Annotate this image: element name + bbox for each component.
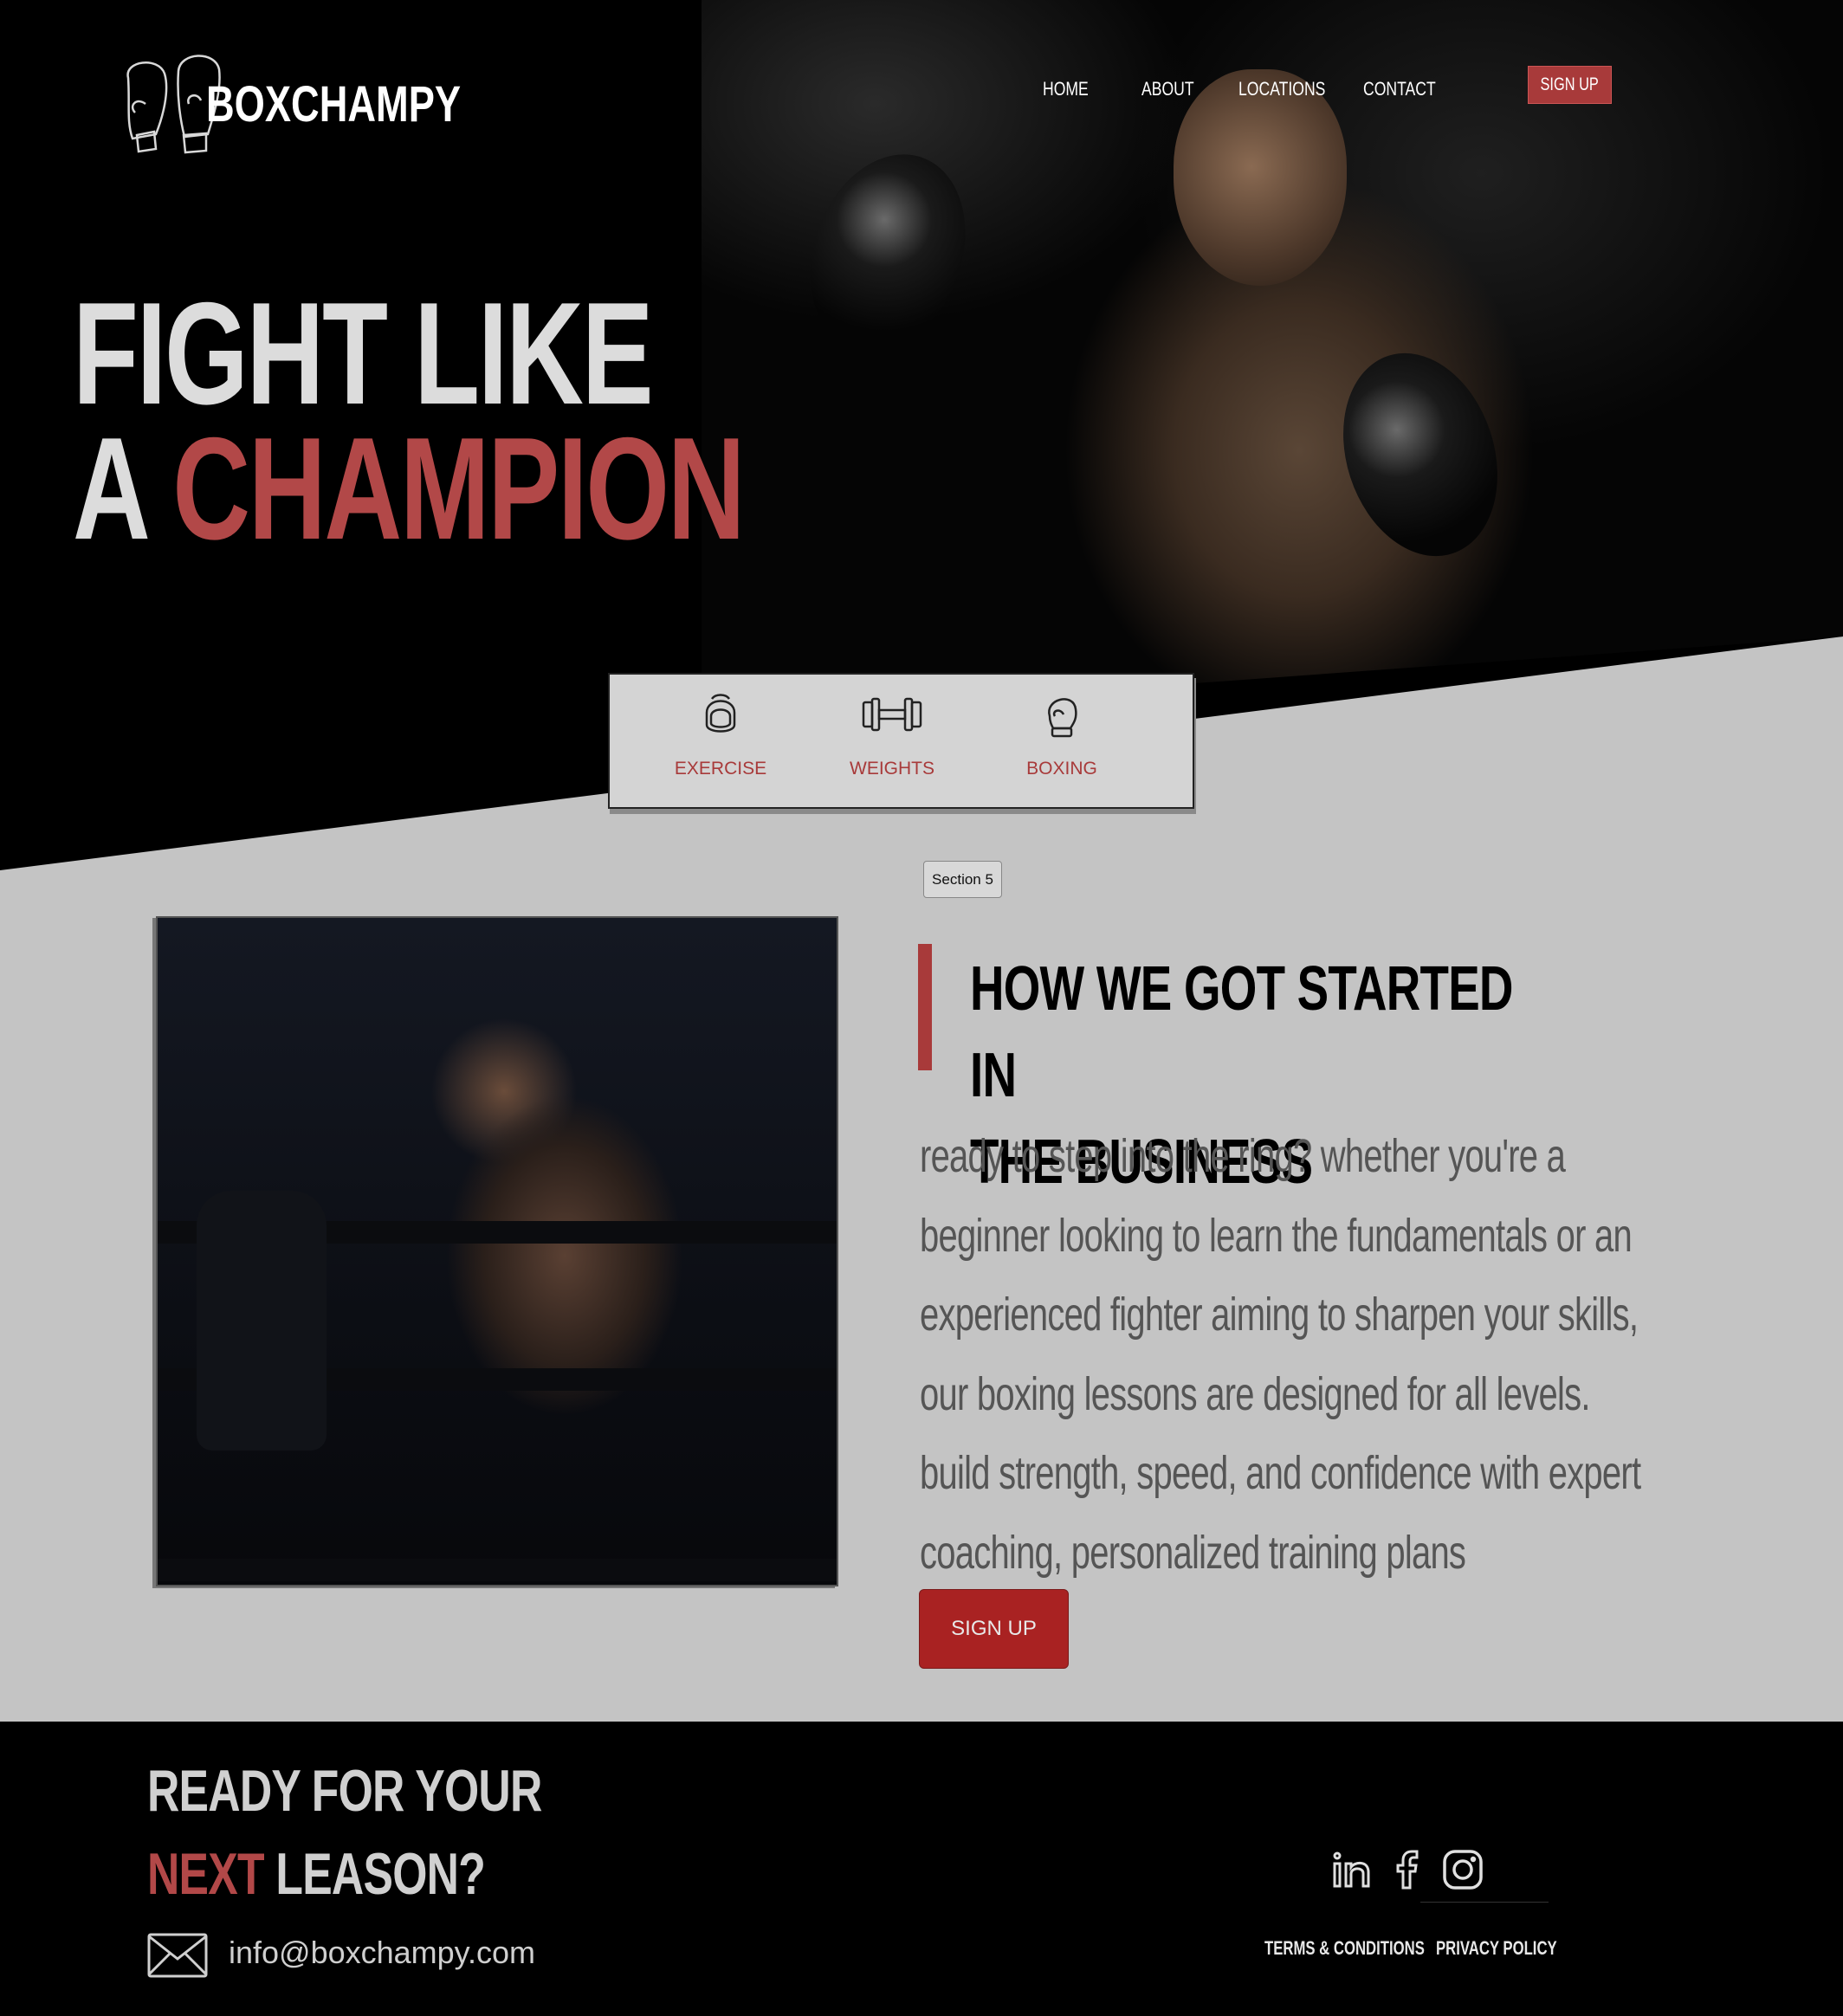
headgear-icon (705, 694, 736, 733)
instagram-icon[interactable] (1441, 1848, 1484, 1891)
hero-boxer-photo (702, 0, 1843, 719)
feature-weights[interactable]: WEIGHTS (823, 690, 961, 779)
facebook-icon[interactable] (1386, 1848, 1429, 1891)
feature-exercise[interactable]: EXERCISE (651, 690, 790, 779)
footer-heading: READY FOR YOUR NEXT LEASON? (147, 1758, 542, 1907)
nav-contact[interactable]: CONTACT (1363, 78, 1436, 100)
feature-boxing[interactable]: BOXING (993, 690, 1131, 779)
dumbbell-icon (862, 697, 922, 732)
footer-email[interactable]: info@boxchampy.com (229, 1935, 535, 1971)
features-card: EXERCISE WEIGHTS BOXING (608, 673, 1194, 809)
social-links (1330, 1848, 1484, 1891)
hero-title: FIGHT LIKE A CHAMPION (73, 272, 746, 570)
brand-logo[interactable]: BOXCHAMPY (111, 52, 533, 156)
nav-home[interactable]: HOME (1043, 78, 1089, 100)
nav-signup-button[interactable]: SIGN UP (1528, 66, 1612, 104)
about-signup-button[interactable]: SIGN UP (919, 1589, 1069, 1669)
mail-icon (147, 1933, 208, 1978)
divider (1420, 1902, 1549, 1903)
nav-locations[interactable]: LOCATIONS (1238, 78, 1325, 100)
nav-about[interactable]: ABOUT (1141, 78, 1194, 100)
terms-link[interactable]: TERMS & CONDITIONS (1264, 1937, 1425, 1960)
about-boxer-photo (156, 916, 838, 1586)
boxing-glove-icon (1048, 698, 1077, 738)
privacy-link[interactable]: PRIVACY POLICY (1436, 1937, 1557, 1960)
about-body-text: ready to step into the ring? whether you… (920, 1130, 1641, 1579)
linkedin-icon[interactable] (1330, 1848, 1374, 1891)
section-tag: Section 5 (923, 861, 1002, 898)
heading-accent-bar (918, 944, 932, 1070)
brand-name: BOXCHAMPY (206, 75, 462, 132)
